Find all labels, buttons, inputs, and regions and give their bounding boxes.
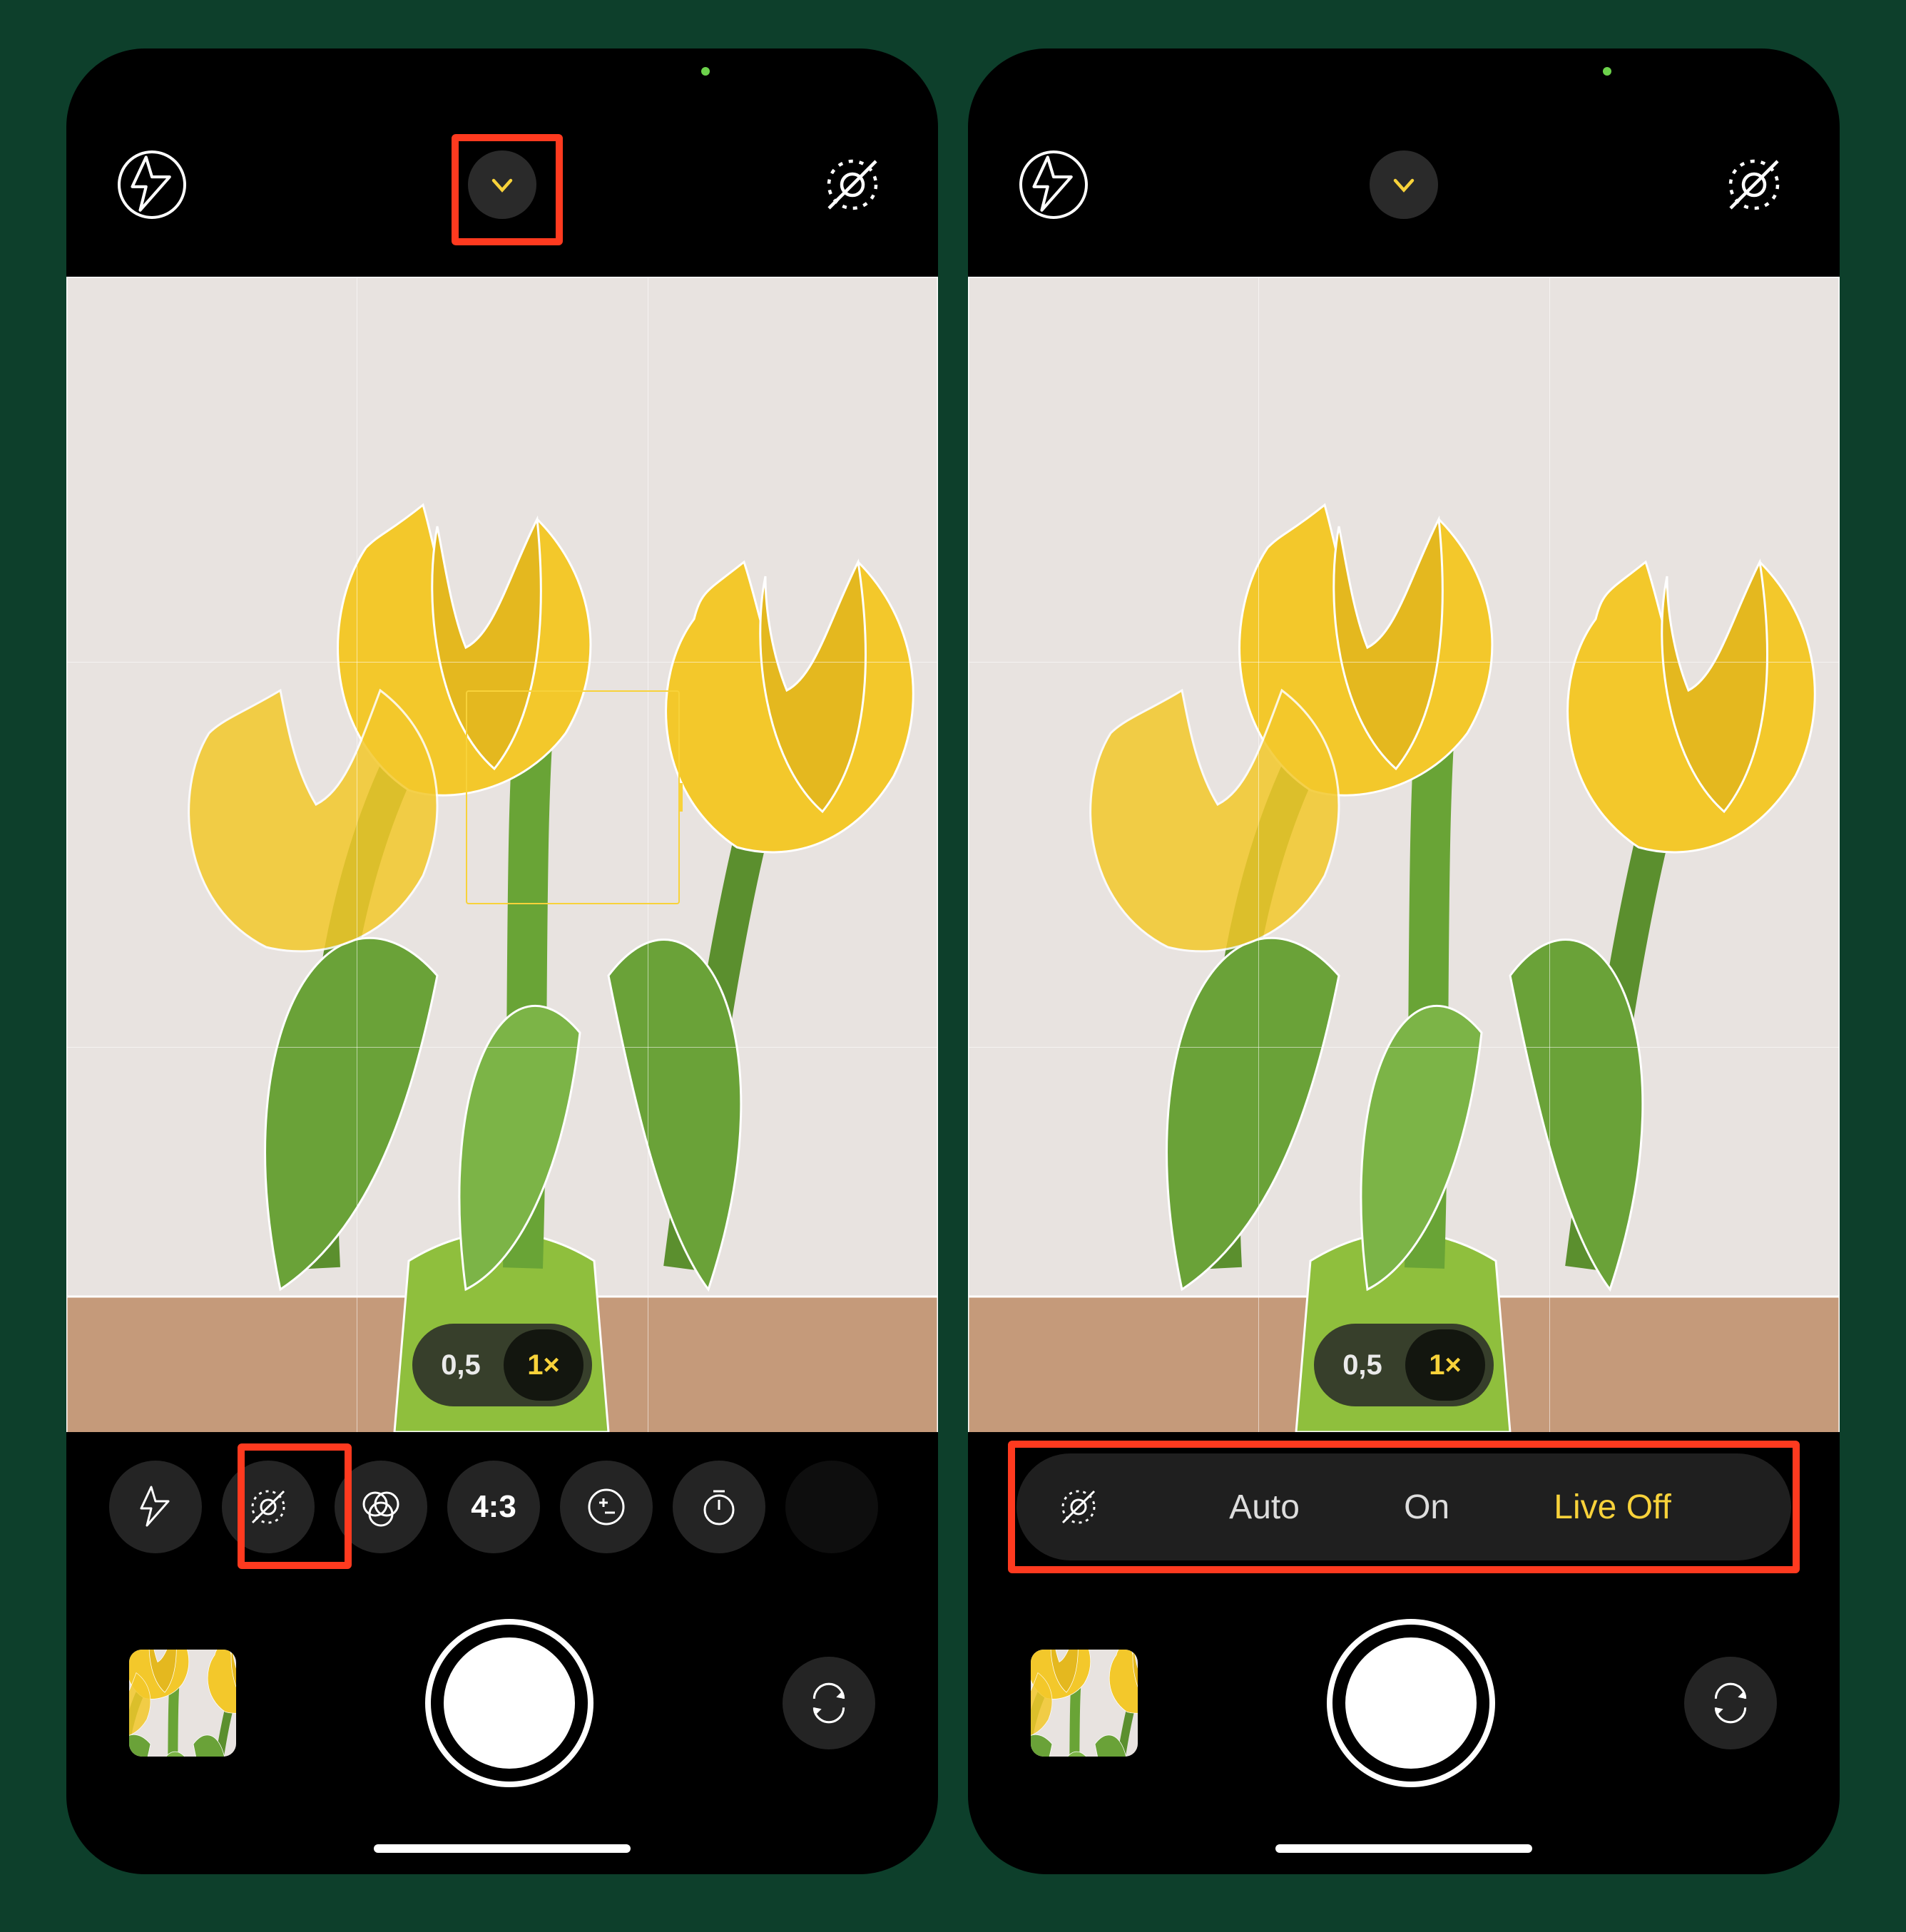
- aspect-ratio-option[interactable]: 4:3: [447, 1461, 540, 1553]
- zoom-selector[interactable]: 0,5 1×: [1314, 1324, 1494, 1406]
- grid-line: [66, 662, 938, 663]
- grid-line: [968, 1047, 1840, 1048]
- options-chevron-toggle[interactable]: [1370, 150, 1438, 219]
- camera-active-indicator: [701, 67, 710, 76]
- viewfinder[interactable]: 0,5 1×: [66, 277, 938, 1432]
- last-photo-thumbnail[interactable]: [1031, 1650, 1138, 1757]
- timer-icon: [696, 1484, 742, 1530]
- flash-icon: [133, 1484, 178, 1530]
- flash-icon: [1022, 153, 1085, 216]
- live-photo-option[interactable]: [222, 1461, 315, 1553]
- photographic-styles-option[interactable]: [335, 1461, 427, 1553]
- last-photo-thumbnail[interactable]: [129, 1650, 236, 1757]
- exposure-icon: [583, 1484, 629, 1530]
- live-photo-toggle-top[interactable]: [818, 150, 887, 219]
- live-photo-auto[interactable]: Auto: [1229, 1488, 1300, 1527]
- grid-line: [968, 662, 1840, 663]
- live-photo-strip-icon[interactable]: [1032, 1461, 1125, 1553]
- shutter-button[interactable]: [431, 1625, 588, 1782]
- camera-flip-button[interactable]: [783, 1657, 875, 1749]
- aspect-ratio-label: 4:3: [471, 1489, 516, 1525]
- camera-options-row: 4:3: [66, 1453, 938, 1560]
- shutter-button[interactable]: [1332, 1625, 1489, 1782]
- home-indicator[interactable]: [1275, 1844, 1532, 1853]
- home-indicator[interactable]: [374, 1844, 631, 1853]
- focus-indicator[interactable]: [466, 690, 680, 904]
- viewfinder[interactable]: 0,5 1×: [968, 277, 1840, 1432]
- camera-flip-button[interactable]: [1684, 1657, 1777, 1749]
- live-photo-off[interactable]: Live Off: [1554, 1488, 1671, 1527]
- grid-line: [1258, 277, 1259, 1432]
- live-photo-off-icon: [1056, 1484, 1101, 1530]
- live-photo-mode-strip: Auto On Live Off: [1016, 1453, 1791, 1560]
- zoom-wide[interactable]: 0,5: [421, 1329, 501, 1401]
- live-photo-off-icon: [818, 150, 887, 219]
- grid-line: [66, 1047, 938, 1048]
- top-controls: [66, 145, 938, 224]
- flash-option[interactable]: [109, 1461, 202, 1553]
- camera-screen-left: 0,5 1× 4:3: [66, 48, 938, 1874]
- zoom-main[interactable]: 1×: [1405, 1329, 1485, 1401]
- options-chevron-toggle[interactable]: [468, 150, 536, 219]
- bottom-controls: [66, 1610, 938, 1796]
- live-photo-options: Auto On Live Off: [1125, 1488, 1775, 1527]
- zoom-selector[interactable]: 0,5 1×: [412, 1324, 592, 1406]
- live-photo-off-icon: [245, 1484, 291, 1530]
- live-photo-on[interactable]: On: [1404, 1488, 1449, 1527]
- grid-line: [1549, 277, 1550, 1432]
- camera-flip-icon: [805, 1680, 852, 1727]
- filters-icon: [358, 1484, 404, 1530]
- live-photo-toggle-top[interactable]: [1720, 150, 1788, 219]
- camera-screen-right: 0,5 1× Auto On Live Off: [968, 48, 1840, 1874]
- flash-icon: [121, 153, 183, 216]
- bottom-controls: [968, 1610, 1840, 1796]
- zoom-main[interactable]: 1×: [504, 1329, 583, 1401]
- live-photo-off-icon: [1720, 150, 1788, 219]
- thumbnail-image: [129, 1650, 236, 1757]
- chevron-down-icon: [485, 168, 519, 202]
- zoom-wide[interactable]: 0,5: [1323, 1329, 1402, 1401]
- camera-flip-icon: [1707, 1680, 1754, 1727]
- flash-toggle[interactable]: [1019, 150, 1088, 219]
- camera-active-indicator: [1603, 67, 1611, 76]
- thumbnail-image: [1031, 1650, 1138, 1757]
- top-controls: [968, 145, 1840, 224]
- flash-toggle[interactable]: [118, 150, 186, 219]
- chevron-down-icon: [1387, 168, 1421, 202]
- more-option-partial[interactable]: [785, 1461, 878, 1553]
- exposure-option[interactable]: [560, 1461, 653, 1553]
- timer-option[interactable]: [673, 1461, 765, 1553]
- viewfinder-image: [968, 277, 1840, 1432]
